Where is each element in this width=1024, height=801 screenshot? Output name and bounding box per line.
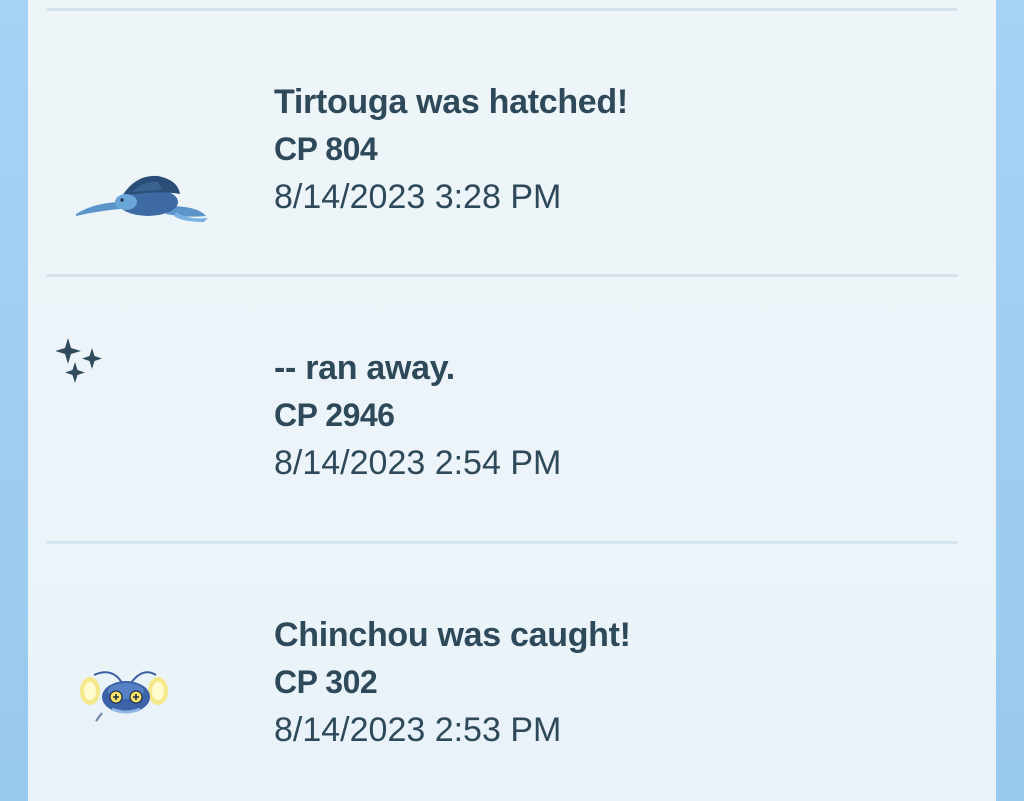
- entry-cp: CP 2946: [274, 397, 395, 433]
- divider: [46, 274, 958, 277]
- chinchou-sprite-icon: [76, 661, 176, 731]
- entry-time: 8/14/2023 2:53 PM: [274, 711, 562, 749]
- entry-title: -- ran away.: [274, 349, 455, 387]
- entry-title: Chinchou was caught!: [274, 616, 631, 654]
- entry-title: Tirtouga was hatched!: [274, 83, 628, 121]
- sparkles-icon: [55, 334, 116, 394]
- right-border: [996, 0, 1024, 801]
- entry-text: Chinchou was caught! CP 302 8/14/2023 2:…: [274, 611, 631, 755]
- left-border: [0, 0, 28, 801]
- entry-cp: CP 804: [274, 131, 378, 167]
- entry-text: -- ran away. CP 2946 8/14/2023 2:54 PM: [274, 344, 561, 488]
- entry-time: 8/14/2023 2:54 PM: [274, 444, 562, 482]
- journal-entry[interactable]: Chinchou was caught! CP 302 8/14/2023 2:…: [28, 545, 996, 801]
- entry-cp: CP 302: [274, 664, 378, 700]
- divider: [46, 541, 958, 544]
- divider: [46, 8, 958, 11]
- tirtouga-sprite-icon: [58, 162, 218, 232]
- journal-panel[interactable]: Tirtouga was hatched! CP 804 8/14/2023 3…: [28, 0, 996, 801]
- entry-time: 8/14/2023 3:28 PM: [274, 178, 562, 216]
- journal-entry[interactable]: -- ran away. CP 2946 8/14/2023 2:54 PM: [28, 278, 996, 540]
- journal-entry[interactable]: Tirtouga was hatched! CP 804 8/14/2023 3…: [28, 12, 996, 274]
- entry-text: Tirtouga was hatched! CP 804 8/14/2023 3…: [274, 78, 628, 222]
